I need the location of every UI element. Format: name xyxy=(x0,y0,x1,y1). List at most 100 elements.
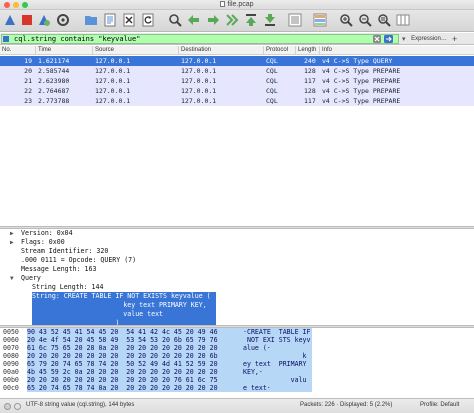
display-filter-input[interactable]: cql.string contains "keyvalue" xyxy=(1,34,399,44)
bytes-ascii: k xyxy=(243,352,307,360)
go-to-packet-icon[interactable] xyxy=(225,13,239,27)
bytes-hex: 20 4e 4f 54 20 45 58 49 53 54 53 20 6b 6… xyxy=(27,336,218,344)
packet-source: 127.0.0.1 xyxy=(95,97,131,105)
packet-protocol: CQL xyxy=(266,87,278,95)
packet-protocol: CQL xyxy=(266,57,278,65)
bytes-row[interactable]: 0090 65 79 20 74 65 78 74 20 50 52 49 4d … xyxy=(0,360,474,368)
autoscroll-icon[interactable] xyxy=(288,13,302,27)
packet-row[interactable]: 23 2.773788 127.0.0.1 127.0.0.1 CQL 117 … xyxy=(0,96,474,106)
packet-time: 2.773788 xyxy=(38,97,70,105)
shark-fin-restart-icon[interactable] xyxy=(37,13,51,27)
status-profile[interactable]: Profile: Default xyxy=(420,402,459,408)
detail-text: Version: 0x04 xyxy=(21,229,73,237)
shark-fin-start-icon[interactable] xyxy=(3,13,17,27)
packet-length: 117 xyxy=(304,97,316,105)
save-file-icon[interactable] xyxy=(103,13,117,27)
document-icon xyxy=(220,1,226,7)
bytes-offset: 0090 xyxy=(3,360,19,368)
bytes-hex: 65 79 20 74 65 78 74 20 50 52 49 4d 41 5… xyxy=(27,360,218,368)
expand-arrow-icon[interactable]: ▶ xyxy=(10,229,14,238)
packet-time: 2.585744 xyxy=(38,67,70,75)
column-divider xyxy=(35,46,36,55)
capture-comment-icon[interactable] xyxy=(14,403,21,410)
packet-no: 21 xyxy=(24,77,32,85)
packet-row[interactable]: 20 2.585744 127.0.0.1 127.0.0.1 CQL 128 … xyxy=(0,66,474,76)
normal-size-icon[interactable] xyxy=(377,13,391,27)
packet-info: v4 C->S Type PREPARE xyxy=(322,77,401,85)
detail-line[interactable]: String Length: 144 xyxy=(32,283,103,292)
last-packet-icon[interactable] xyxy=(263,13,277,27)
column-divider xyxy=(319,46,320,55)
bytes-ascii: NOT EXI STS keyv xyxy=(243,336,311,344)
go-back-icon[interactable] xyxy=(187,13,201,27)
detail-text: value text xyxy=(32,310,164,318)
detail-line-selected[interactable]: value text xyxy=(32,310,216,319)
options-gear-icon[interactable] xyxy=(56,13,70,27)
bytes-hex: 20 20 20 20 20 20 20 20 20 20 20 20 76 6… xyxy=(27,376,218,384)
zoom-out-icon[interactable] xyxy=(358,13,372,27)
detail-line-selected[interactable]: key text PRIMARY KEY, xyxy=(32,301,216,310)
bytes-row[interactable]: 00b0 20 20 20 20 20 20 20 20 20 20 20 20 … xyxy=(0,376,474,384)
packet-time: 2.764687 xyxy=(38,87,70,95)
detail-text: key text PRIMARY KEY, xyxy=(32,301,207,309)
packet-info: v4 C->S Type PREPARE xyxy=(322,67,401,75)
expert-info-icon[interactable] xyxy=(4,403,11,410)
bytes-row[interactable]: 0060 20 4e 4f 54 20 45 58 49 53 54 53 20 … xyxy=(0,336,474,344)
bytes-ascii: e text· xyxy=(243,384,271,392)
expression-button[interactable]: Expression… xyxy=(410,34,448,44)
packet-source: 127.0.0.1 xyxy=(95,87,131,95)
bytes-ascii: ey text PRIMARY xyxy=(243,360,307,368)
stop-icon[interactable] xyxy=(20,13,34,27)
go-forward-icon[interactable] xyxy=(206,13,220,27)
column-header-source[interactable]: Source xyxy=(95,47,114,53)
collapse-arrow-icon[interactable]: ▼ xyxy=(10,274,14,283)
bytes-row[interactable]: 0050 90 43 52 45 41 54 45 20 54 41 42 4c … xyxy=(0,328,474,336)
packet-no: 19 xyxy=(24,57,32,65)
bookmark-icon[interactable] xyxy=(3,36,9,42)
packet-list: 19 1.621174 127.0.0.1 127.0.0.1 CQL 240 … xyxy=(0,56,474,226)
bytes-row[interactable]: 0080 20 20 20 20 20 20 20 20 20 20 20 20 … xyxy=(0,352,474,360)
packet-row[interactable]: 19 1.621174 127.0.0.1 127.0.0.1 CQL 240 … xyxy=(0,56,474,66)
column-header-destination[interactable]: Destination xyxy=(181,47,211,53)
find-magnifier-icon[interactable] xyxy=(168,13,182,27)
clear-filter-icon[interactable] xyxy=(373,35,381,43)
bytes-ascii: ·CREATE TABLE IF xyxy=(243,328,311,336)
open-folder-icon[interactable] xyxy=(84,13,98,27)
packet-destination: 127.0.0.1 xyxy=(181,87,217,95)
column-header-length[interactable]: Length xyxy=(298,47,316,53)
packet-row[interactable]: 21 2.623980 127.0.0.1 127.0.0.1 CQL 117 … xyxy=(0,76,474,86)
bytes-row[interactable]: 0070 61 6c 75 65 20 28 0a 20 20 20 20 20 … xyxy=(0,344,474,352)
packet-row[interactable]: 22 2.764687 127.0.0.1 127.0.0.1 CQL 128 … xyxy=(0,86,474,96)
reload-icon[interactable] xyxy=(141,13,155,27)
bytes-hex: 20 20 20 20 20 20 20 20 20 20 20 20 20 2… xyxy=(27,352,218,360)
apply-filter-icon[interactable] xyxy=(384,35,393,43)
close-file-icon[interactable] xyxy=(122,13,136,27)
bytes-hex: 4b 45 59 2c 0a 20 20 20 20 20 20 20 20 2… xyxy=(27,368,218,376)
expand-arrow-icon[interactable]: ▶ xyxy=(10,238,14,247)
bytes-row[interactable]: 00a0 4b 45 59 2c 0a 20 20 20 20 20 20 20 … xyxy=(0,368,474,376)
add-filter-button[interactable]: + xyxy=(452,33,457,45)
colorize-icon[interactable] xyxy=(313,13,327,27)
resize-columns-icon[interactable] xyxy=(396,13,410,27)
column-header-protocol[interactable]: Protocol xyxy=(266,47,288,53)
filter-history-dropdown-icon[interactable]: ▾ xyxy=(402,35,406,43)
column-header-info[interactable]: Info xyxy=(322,47,332,53)
window-title-text: file.pcap xyxy=(227,1,254,8)
bytes-offset: 00a0 xyxy=(3,368,19,376)
display-filter-bar: cql.string contains "keyvalue" ▾ Express… xyxy=(0,33,474,45)
packet-destination: 127.0.0.1 xyxy=(181,67,217,75)
first-packet-icon[interactable] xyxy=(244,13,258,27)
bytes-hex: 61 6c 75 65 20 28 0a 20 20 20 20 20 20 2… xyxy=(27,344,218,352)
status-bar: UTF-8 string value (cql.string), 144 byt… xyxy=(0,398,474,413)
packet-time: 2.623980 xyxy=(38,77,70,85)
packet-length: 117 xyxy=(304,77,316,85)
bytes-ascii: alue (· xyxy=(243,344,271,352)
packet-source: 127.0.0.1 xyxy=(95,67,131,75)
detail-text: String Length: 144 xyxy=(32,283,104,291)
zoom-in-icon[interactable] xyxy=(339,13,353,27)
window-title: file.pcap xyxy=(0,1,474,8)
bytes-row[interactable]: 00c0 65 20 74 65 78 74 0a 20 20 20 20 20 … xyxy=(0,384,474,392)
column-header-no[interactable]: No. xyxy=(2,47,11,53)
detail-line-selected[interactable]: String: CREATE TABLE IF NOT EXISTS keyva… xyxy=(32,292,216,301)
column-header-time[interactable]: Time xyxy=(38,47,51,53)
